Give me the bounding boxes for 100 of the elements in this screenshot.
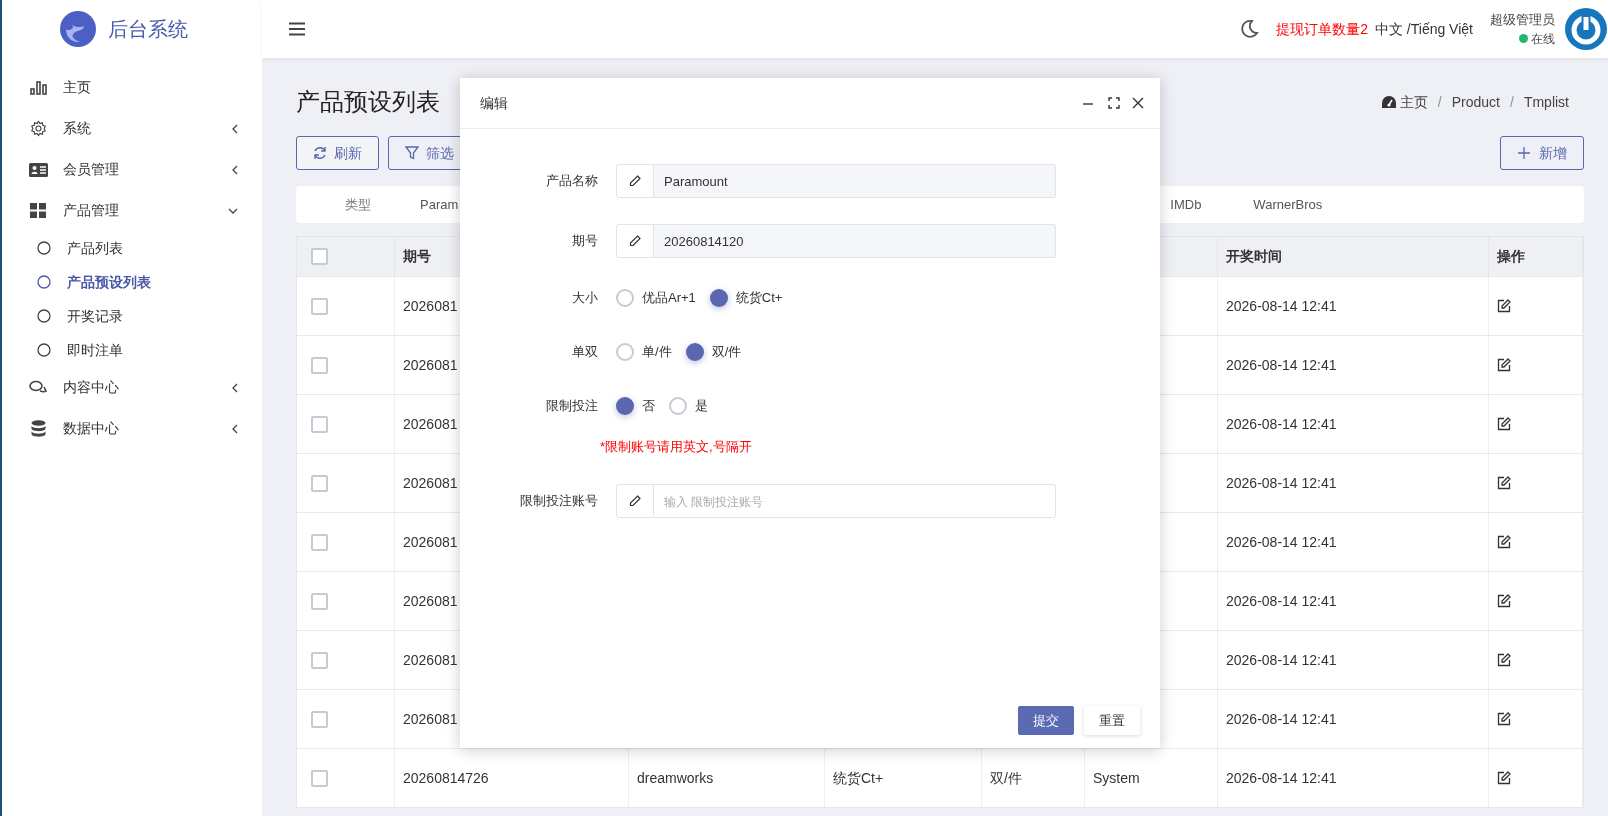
user-status: 在线 bbox=[1531, 30, 1555, 48]
avatar[interactable] bbox=[1565, 8, 1607, 50]
table-cell-text: 2026081 bbox=[403, 591, 458, 611]
table-cell-text: 2026-08-14 12:41 bbox=[1226, 709, 1337, 729]
submenu-item[interactable]: 即时注单 bbox=[2, 333, 262, 367]
edit-icon[interactable] bbox=[1497, 771, 1511, 785]
pencil-icon bbox=[629, 235, 641, 247]
table-cell-text: 2026081 bbox=[403, 473, 458, 493]
checkbox[interactable] bbox=[311, 474, 328, 492]
pencil-icon bbox=[629, 175, 641, 187]
edit-icon[interactable] bbox=[1497, 299, 1511, 313]
edit-icon[interactable] bbox=[1497, 535, 1511, 549]
menu-item[interactable]: 数据中心 bbox=[2, 408, 262, 449]
filter-icon bbox=[405, 146, 419, 160]
edit-icon[interactable] bbox=[1497, 476, 1511, 490]
chat-icon bbox=[29, 380, 47, 395]
page-title: 产品预设列表 bbox=[296, 87, 440, 117]
table-cell-text: 2026-08-14 12:41 bbox=[1226, 473, 1337, 493]
breadcrumb-link[interactable]: Product bbox=[1451, 91, 1500, 113]
checkbox[interactable] bbox=[311, 592, 328, 610]
user-name: 超级管理员 bbox=[1490, 11, 1555, 30]
checkbox[interactable] bbox=[311, 415, 328, 433]
filter-option[interactable]: Param bbox=[420, 194, 459, 215]
breadcrumb-separator: / bbox=[1510, 92, 1514, 112]
checkbox[interactable] bbox=[311, 710, 328, 728]
breadcrumb-separator: / bbox=[1437, 92, 1442, 112]
edit-icon[interactable] bbox=[1497, 417, 1511, 431]
checkbox[interactable] bbox=[311, 651, 328, 669]
circle-icon bbox=[37, 309, 51, 323]
breadcrumb-current[interactable]: Tmplist bbox=[1523, 91, 1569, 113]
table-cell-text: 2026-08-14 12:41 bbox=[1226, 296, 1337, 316]
radio-option[interactable]: 优品Ar+1 bbox=[616, 288, 696, 308]
menu-item[interactable]: 系统 bbox=[2, 108, 262, 149]
plus-icon bbox=[1517, 147, 1530, 159]
table-cell-text: 统货Ct+ bbox=[833, 768, 884, 788]
bar-chart-icon bbox=[29, 80, 47, 95]
submenu-item[interactable]: 产品预设列表 bbox=[2, 265, 262, 299]
checkbox[interactable] bbox=[311, 248, 328, 265]
breadcrumb-link[interactable]: 主页 bbox=[1381, 91, 1428, 113]
chevron-left-icon bbox=[232, 423, 238, 434]
submenu-item[interactable]: 产品列表 bbox=[2, 231, 262, 265]
table-cell-text: 2026-08-14 12:41 bbox=[1226, 355, 1337, 375]
table-cell-text: 2026-08-14 12:41 bbox=[1226, 650, 1337, 670]
dashboard-icon bbox=[1381, 96, 1396, 108]
filter-option[interactable]: WarnerBros bbox=[1253, 194, 1323, 215]
menu-item[interactable]: 主页 bbox=[2, 67, 262, 108]
moon-icon[interactable] bbox=[1239, 19, 1260, 39]
filter-option[interactable]: IMDb bbox=[1170, 194, 1202, 215]
text-field[interactable]: Paramount bbox=[654, 164, 1056, 198]
maximize-icon[interactable] bbox=[1108, 97, 1120, 109]
logo-icon bbox=[60, 11, 96, 47]
menu-item[interactable]: 会员管理 bbox=[2, 149, 262, 190]
table-cell-text: System bbox=[1093, 768, 1140, 788]
radio-option[interactable]: 单/件 bbox=[616, 342, 672, 362]
reset-button[interactable]: 重置 bbox=[1084, 706, 1140, 735]
radio-option[interactable]: 统货Ct+ bbox=[709, 288, 783, 308]
field-label: 单双 bbox=[571, 343, 599, 362]
checkbox[interactable] bbox=[311, 533, 328, 551]
table-cell-text: 2026081 bbox=[403, 709, 458, 729]
table-cell-text: 2026-08-14 12:41 bbox=[1226, 414, 1337, 434]
checkbox[interactable] bbox=[311, 356, 328, 374]
edit-icon[interactable] bbox=[1497, 653, 1511, 667]
table-cell-text: 2026081 bbox=[403, 355, 458, 375]
chevron-left-icon bbox=[232, 123, 238, 134]
checkbox[interactable] bbox=[311, 297, 328, 315]
language-link[interactable]: 中文 /Tiếng Việt bbox=[1374, 18, 1473, 40]
checkbox[interactable] bbox=[311, 769, 328, 787]
submit-button[interactable]: 提交 bbox=[1018, 706, 1074, 735]
text-field[interactable]: 20260814120 bbox=[654, 224, 1056, 258]
field-label: 限制投注账号 bbox=[519, 492, 599, 511]
table-cell-text: 2026-08-14 12:41 bbox=[1226, 591, 1337, 611]
circle-icon bbox=[37, 343, 51, 357]
settings-icon bbox=[29, 120, 47, 137]
radio-option[interactable]: 是 bbox=[669, 396, 708, 416]
hint-text: *限制账号请用英文,号隔开 bbox=[600, 438, 752, 456]
edit-icon[interactable] bbox=[1497, 712, 1511, 726]
menu-item[interactable]: 产品管理 bbox=[2, 190, 262, 231]
menu-item[interactable]: 内容中心 bbox=[2, 367, 262, 408]
filter-label: 类型 bbox=[344, 195, 372, 214]
radio-option[interactable]: 双/件 bbox=[685, 342, 742, 362]
pencil-icon bbox=[629, 495, 641, 507]
grid-icon bbox=[30, 203, 46, 218]
withdraw-order-count[interactable]: 提现订单数量2 bbox=[1276, 18, 1368, 40]
table-cell-text: 2026081 bbox=[403, 414, 458, 434]
table-cell-text: 2026081 bbox=[403, 650, 458, 670]
field-label: 限制投注 bbox=[545, 397, 599, 416]
id-card-icon bbox=[28, 162, 48, 177]
refresh-button[interactable]: 刷新 bbox=[296, 136, 379, 170]
submenu-item[interactable]: 开奖记录 bbox=[2, 299, 262, 333]
add-button[interactable]: 新增 bbox=[1500, 136, 1584, 170]
menu-icon[interactable] bbox=[289, 22, 305, 36]
edit-icon[interactable] bbox=[1497, 594, 1511, 608]
circle-icon bbox=[37, 275, 51, 289]
column-header: 期号 bbox=[403, 247, 431, 266]
database-icon bbox=[30, 420, 46, 437]
edit-icon[interactable] bbox=[1497, 358, 1511, 372]
radio-option[interactable]: 否 bbox=[616, 396, 655, 416]
text-field[interactable]: 输入 限制投注账号 bbox=[654, 484, 1056, 518]
close-icon[interactable] bbox=[1132, 97, 1144, 109]
table-cell-text: dreamworks bbox=[637, 768, 714, 788]
